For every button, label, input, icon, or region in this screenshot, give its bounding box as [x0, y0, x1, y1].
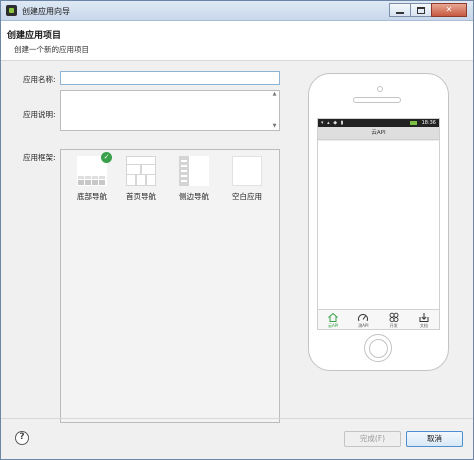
app-icon — [6, 5, 17, 16]
preview-tab-bar: 云API 测API 开发 文档 — [318, 309, 439, 329]
description-scrollbar[interactable]: ▲ ▼ — [270, 91, 279, 130]
signal-icon: ▾ ▴ ◆ ▮ — [321, 120, 345, 126]
selected-check-icon: ✓ — [101, 152, 112, 163]
framework-label: 底部导航 — [77, 192, 107, 201]
screen-content — [318, 141, 439, 309]
framework-label: 侧边导航 — [179, 192, 209, 201]
blank-app-template-icon — [232, 156, 262, 186]
side-nav-template-icon — [179, 156, 209, 186]
cancel-button[interactable]: 取消 — [406, 431, 463, 447]
preview-tab-develop: 开发 — [379, 310, 409, 329]
wizard-header: 创建应用项目 创建一个新的应用项目 — [1, 21, 473, 61]
phone-screen: ▾ ▴ ◆ ▮ 18:36 云API 云API 测API 开发 文档 — [317, 118, 440, 330]
app-description-textarea[interactable]: ▲ ▼ — [60, 90, 280, 131]
title-bar[interactable]: 创建应用向导 ✕ — [1, 1, 473, 21]
download-icon — [419, 313, 429, 322]
app-name-label: 应用名称: — [23, 75, 56, 84]
framework-option-side-nav[interactable]: 侧边导航 — [171, 156, 217, 202]
preview-tab-docs: 文档 — [409, 310, 439, 329]
preview-tab-test-api: 测API — [348, 310, 378, 329]
framework-option-blank-app[interactable]: 空白应用 — [224, 156, 270, 202]
maximize-button[interactable] — [410, 3, 432, 17]
tab-label: 测API — [358, 323, 369, 328]
tab-label: 云API — [327, 323, 339, 328]
help-icon[interactable]: ? — [15, 431, 29, 445]
apps-icon — [389, 312, 399, 323]
app-description-label: 应用说明: — [23, 110, 56, 119]
minimize-button[interactable] — [389, 3, 411, 17]
scroll-up-icon[interactable]: ▲ — [271, 91, 278, 98]
battery-icon — [410, 121, 417, 125]
window-controls: ✕ — [389, 3, 467, 17]
page-title: 创建应用项目 — [7, 31, 62, 41]
preview-tab-cloud-api: 云API — [318, 310, 348, 329]
framework-label: 空白应用 — [232, 192, 262, 201]
close-icon: ✕ — [445, 5, 453, 14]
wizard-window: 创建应用向导 ✕ 创建应用项目 创建一个新的应用项目 应用名称: 应用说明: ▲… — [0, 0, 474, 460]
phone-status-bar: ▾ ▴ ◆ ▮ 18:36 — [318, 119, 439, 127]
close-button[interactable]: ✕ — [431, 3, 467, 17]
home-icon — [328, 312, 338, 322]
framework-list: ✓ 底部导航 首页导航 侧边导航 空白应用 — [60, 149, 280, 423]
screen-title: 云API — [318, 127, 439, 140]
tab-label: 开发 — [389, 323, 398, 328]
minimize-icon — [396, 11, 404, 14]
gauge-icon — [358, 314, 369, 322]
window-title: 创建应用向导 — [22, 7, 70, 16]
phone-camera — [377, 86, 383, 92]
phone-home-button — [364, 334, 392, 362]
status-time: 18:36 — [421, 120, 436, 126]
app-name-input[interactable] — [60, 71, 280, 85]
home-nav-template-icon — [126, 156, 156, 186]
phone-speaker — [353, 97, 401, 103]
page-subtitle: 创建一个新的应用项目 — [14, 45, 89, 54]
finish-button[interactable]: 完成(F) — [344, 431, 401, 447]
framework-option-bottom-nav[interactable]: ✓ 底部导航 — [69, 152, 115, 202]
app-framework-label: 应用框架: — [23, 153, 56, 162]
framework-option-home-nav[interactable]: 首页导航 — [118, 156, 164, 202]
footer-divider — [1, 418, 473, 419]
scroll-down-icon[interactable]: ▼ — [271, 123, 278, 130]
bottom-nav-template-icon: ✓ — [77, 152, 112, 186]
tab-label: 文档 — [419, 323, 428, 328]
framework-label: 首页导航 — [126, 192, 156, 201]
maximize-icon — [417, 6, 425, 14]
